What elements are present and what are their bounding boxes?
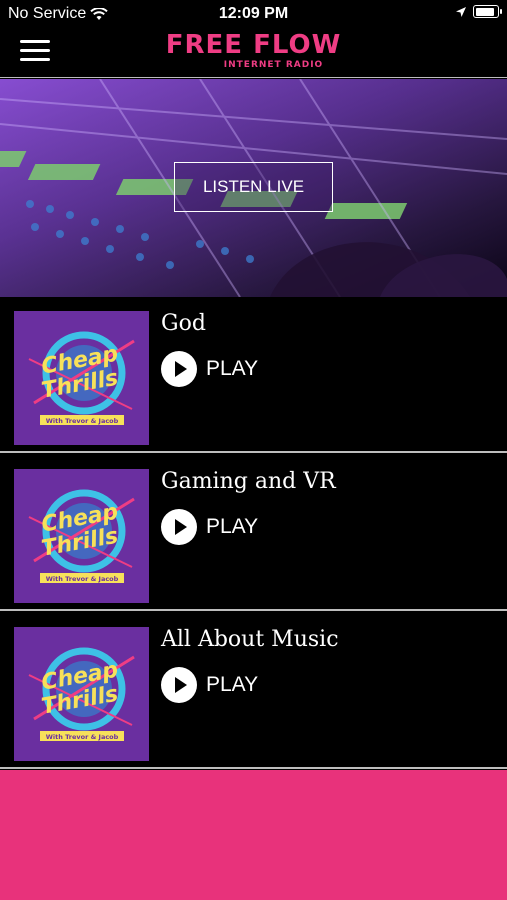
thumb-caption: With Trevor & Jacob (46, 417, 119, 425)
logo-title: FREE FLOW (165, 30, 342, 60)
battery-level (475, 7, 494, 16)
play-icon (161, 667, 197, 703)
play-label: PLAY (206, 673, 259, 696)
play-label: PLAY (206, 357, 259, 380)
podcast-cover-image: Cheap Thrills With Trevor & Jacob (14, 311, 149, 445)
logo-subtitle: INTERNET RADIO (223, 60, 324, 70)
listen-live-button[interactable]: LISTEN LIVE (174, 162, 333, 212)
play-button[interactable]: PLAY (161, 667, 258, 703)
play-button[interactable]: PLAY (161, 351, 258, 387)
play-button[interactable]: PLAY (161, 509, 258, 545)
app-logo: FREE FLOW INTERNET RADIO (0, 30, 507, 70)
location-arrow-icon (456, 6, 466, 17)
status-right (455, 5, 502, 18)
status-bar: No Service 12:09 PM (0, 0, 507, 28)
list-item[interactable]: Cheap Thrills With Trevor & Jacob God PL… (0, 297, 507, 453)
footer-band (0, 770, 507, 900)
list-item[interactable]: Cheap Thrills With Trevor & Jacob All Ab… (0, 613, 507, 769)
battery-icon (473, 5, 502, 18)
episode-title: All About Music (161, 627, 339, 652)
hero-banner: LISTEN LIVE (0, 79, 507, 297)
cheap-thrills-logo: Cheap Thrills With Trevor & Jacob (14, 311, 149, 445)
podcast-cover-image: Cheap Thrills With Trevor & Jacob (14, 627, 149, 761)
status-time: 12:09 PM (218, 5, 289, 22)
cheap-thrills-logo: Cheap Thrills With Trevor & Jacob (14, 627, 149, 761)
play-icon (161, 351, 197, 387)
cheap-thrills-logo: Cheap Thrills With Trevor & Jacob (14, 469, 149, 603)
play-label: PLAY (206, 515, 259, 538)
thumb-caption: With Trevor & Jacob (46, 575, 119, 583)
thumb-caption: With Trevor & Jacob (46, 733, 119, 741)
episode-title: Gaming and VR (161, 469, 336, 494)
podcast-cover-image: Cheap Thrills With Trevor & Jacob (14, 469, 149, 603)
nav-bar: FREE FLOW INTERNET RADIO (0, 28, 507, 78)
episode-title: God (161, 311, 206, 336)
list-item[interactable]: Cheap Thrills With Trevor & Jacob Gaming… (0, 455, 507, 611)
play-icon (161, 509, 197, 545)
